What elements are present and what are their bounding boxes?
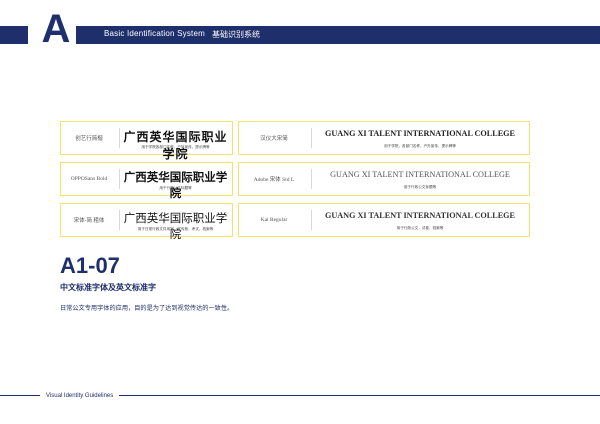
font-card-songti-bold: 宋体-简 粗体 广西英华国际职业学院 用于日常行政文件用字，宣传册，考试，档案等 xyxy=(60,203,233,241)
header-title-cn: 基础识别系统 xyxy=(212,30,260,39)
font-card-opposans: OPPOSans Bold 广西英华国际职业学院 用于行政公文标题等 xyxy=(60,162,233,200)
section-description: 日常公文专用字体的应用，目的是为了达到视觉传达的一致性。 xyxy=(60,305,234,312)
font-name: OPPOSans Bold xyxy=(70,176,108,182)
font-card-kai: Kai Regular GUANG XI TALENT INTERNATIONA… xyxy=(238,203,530,237)
divider xyxy=(311,210,312,230)
sample-text: GUANG XI TALENT INTERNATIONAL COLLEGE xyxy=(330,170,510,179)
font-card-chuangyi: 创艺行简楷 广西英华国际职业学院 用于学院各部门名称，户外宣传，提示牌等 xyxy=(60,121,233,161)
divider xyxy=(311,128,312,148)
usage-note: 用于学院各部门名称，户外宣传，提示牌等 xyxy=(141,145,210,149)
usage-note: 用于行政公文，试卷，档案等 xyxy=(396,226,444,230)
usage-note: 用于日常行政文件用字，宣传册，考试，档案等 xyxy=(137,227,214,231)
header-bar: Basic Identification System 基础识别系统 xyxy=(0,26,600,44)
footer-label: Visual Identity Guidelines xyxy=(40,392,120,400)
usage-note: 用于行政公文标题等 xyxy=(403,185,437,189)
section-letter: A xyxy=(36,9,76,49)
section-code: A1-07 xyxy=(60,253,120,278)
font-card-adobe-song: Adobe 宋体 Std L GUANG XI TALENT INTERNATI… xyxy=(238,162,530,196)
font-name: 宋体-简 粗体 xyxy=(73,218,105,224)
sample-text: 广西英华国际职业学院 xyxy=(123,170,228,200)
font-name: Kai Regular xyxy=(260,217,288,223)
usage-note: 用于行政公文标题等 xyxy=(159,186,192,190)
sample-text: 广西英华国际职业学院 xyxy=(123,211,228,241)
divider xyxy=(311,169,312,189)
sample-text: GUANG XI TALENT INTERNATIONAL COLLEGE xyxy=(324,129,516,138)
font-name: Adobe 宋体 Std L xyxy=(253,177,295,183)
usage-note: 用于学院，各部门名称，户外宣传，提示牌等 xyxy=(384,144,456,148)
sample-text: GUANG XI TALENT INTERNATIONAL COLLEGE xyxy=(324,211,516,220)
font-name: 创艺行简楷 xyxy=(75,136,103,142)
font-name: 汉仪大宋简 xyxy=(260,136,288,142)
divider xyxy=(119,210,120,230)
section-subtitle: 中文标准字体及英文标准字 xyxy=(60,283,156,292)
header-title-en: Basic Identification System xyxy=(104,29,205,38)
section-letter-gap xyxy=(28,12,36,46)
divider xyxy=(119,128,120,148)
font-card-hanyi: 汉仪大宋简 GUANG XI TALENT INTERNATIONAL COLL… xyxy=(238,121,530,155)
divider xyxy=(119,169,120,189)
